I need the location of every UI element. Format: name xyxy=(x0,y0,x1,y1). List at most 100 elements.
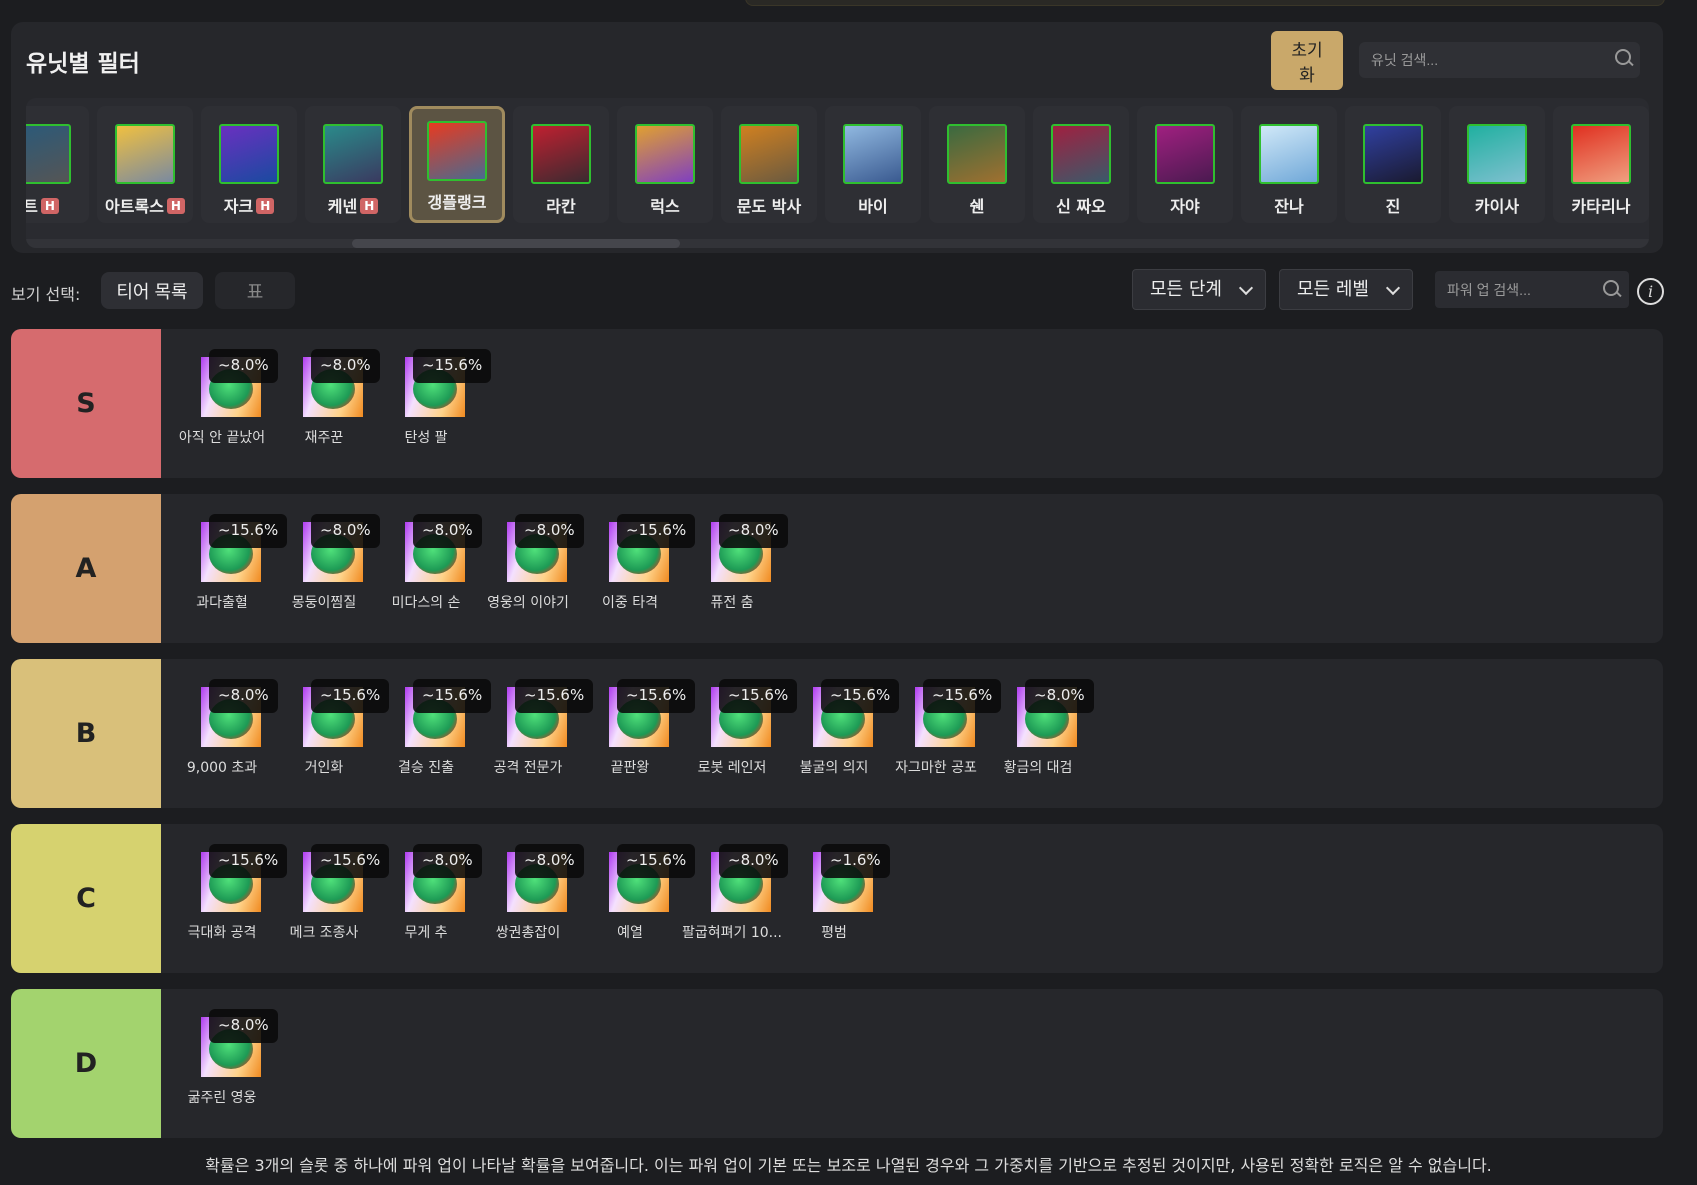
reset-button[interactable]: 초기 화 xyxy=(1271,31,1343,90)
unit-card[interactable]: 트H xyxy=(26,106,89,223)
unit-card[interactable]: 카이사 xyxy=(1449,106,1545,223)
probability-badge: ~8.0% xyxy=(311,514,380,548)
unit-name: 아트록스 xyxy=(105,197,164,216)
powerup-name: 극대화 공격 xyxy=(187,925,257,941)
probability-badge: ~8.0% xyxy=(719,844,788,878)
powerup-item[interactable]: ~8.0% 재주꾼 xyxy=(273,329,380,478)
powerup-item[interactable]: ~8.0% 굶주린 영웅 xyxy=(171,989,278,1138)
unit-portrait xyxy=(427,121,487,181)
probability-badge: ~8.0% xyxy=(515,844,584,878)
powerup-item[interactable]: ~8.0% 쌍권총잡이 xyxy=(477,824,584,973)
powerup-search-input[interactable] xyxy=(1435,271,1629,308)
unit-portrait xyxy=(26,124,71,184)
unit-name: 트 xyxy=(26,197,38,216)
powerup-name: 공격 전문가 xyxy=(493,760,563,776)
powerup-item[interactable]: ~15.6% 메크 조종사 xyxy=(273,824,390,973)
powerup-item[interactable]: ~8.0% 영웅의 이야기 xyxy=(477,494,584,643)
powerup-name: 영웅의 이야기 xyxy=(487,595,569,611)
powerup-item[interactable]: ~8.0% 무게 추 xyxy=(375,824,482,973)
unit-portrait xyxy=(739,124,799,184)
powerup-name: 불굴의 의지 xyxy=(799,760,869,776)
unit-portrait xyxy=(219,124,279,184)
hero-badge: H xyxy=(40,198,59,214)
unit-card[interactable]: 케넨 H xyxy=(305,106,401,223)
powerup-name: 황금의 대검 xyxy=(1003,760,1073,776)
unit-card[interactable]: 라칸 xyxy=(513,106,609,223)
search-icon[interactable] xyxy=(1615,49,1633,67)
powerup-item[interactable]: ~15.6% 탄성 팔 xyxy=(375,329,492,478)
powerup-name: 재주꾼 xyxy=(304,430,344,446)
tier-row-b: B ~8.0% 9,000 초과 ~15.6% 거인화 ~15.6% 결승 진출… xyxy=(11,659,1663,808)
powerup-item[interactable]: ~8.0% 황금의 대검 xyxy=(987,659,1094,808)
powerup-name: 과다출혈 xyxy=(196,595,248,611)
powerup-item[interactable]: ~8.0% 팔굽혀펴기 10... xyxy=(681,824,788,973)
unit-name: 라칸 xyxy=(546,197,576,216)
view-select-label: 보기 선택: xyxy=(11,285,81,304)
powerup-item[interactable]: ~8.0% 미다스의 손 xyxy=(375,494,482,643)
probability-badge: ~8.0% xyxy=(413,844,482,878)
powerup-item[interactable]: ~15.6% 거인화 xyxy=(273,659,390,808)
unit-portrait xyxy=(1363,124,1423,184)
unit-card[interactable]: 신 짜오 xyxy=(1033,106,1129,223)
unit-card[interactable]: 쉔 xyxy=(929,106,1025,223)
powerup-item[interactable]: ~15.6% 끝판왕 xyxy=(579,659,696,808)
unit-card[interactable]: 카타리나 xyxy=(1553,106,1649,223)
powerup-name: 로봇 레인저 xyxy=(697,760,767,776)
probability-badge: ~8.0% xyxy=(515,514,584,548)
powerup-name: 메크 조종사 xyxy=(289,925,359,941)
probability-badge: ~15.6% xyxy=(413,349,492,383)
powerup-item[interactable]: ~15.6% 이중 타격 xyxy=(579,494,696,643)
powerup-item[interactable]: ~15.6% 공격 전문가 xyxy=(477,659,594,808)
unit-card[interactable]: 갱플랭크 xyxy=(409,106,505,223)
powerup-item[interactable]: ~8.0% 9,000 초과 xyxy=(171,659,278,808)
powerup-name: 예열 xyxy=(617,925,643,941)
powerup-name: 탄성 팔 xyxy=(404,430,448,446)
powerup-name: 결승 진출 xyxy=(398,760,454,776)
unit-card[interactable]: 바이 xyxy=(825,106,921,223)
tab-table[interactable]: 표 xyxy=(215,272,295,309)
powerup-name: 9,000 초과 xyxy=(186,760,258,776)
tier-label: C xyxy=(11,824,161,973)
unit-card[interactable]: 문도 박사 xyxy=(721,106,817,223)
powerup-item[interactable]: ~15.6% 과다출혈 xyxy=(171,494,288,643)
powerup-name: 끝판왕 xyxy=(610,760,650,776)
tab-tier-list[interactable]: 티어 목록 xyxy=(101,272,203,309)
unit-name: 문도 박사 xyxy=(736,197,802,216)
powerup-item[interactable]: ~15.6% 로봇 레인저 xyxy=(681,659,798,808)
powerup-item[interactable]: ~15.6% 결승 진출 xyxy=(375,659,492,808)
unit-card[interactable]: 아트록스 H xyxy=(97,106,193,223)
powerup-name: 몽둥이찜질 xyxy=(291,595,357,611)
unit-name: 잔나 xyxy=(1274,197,1304,216)
powerup-name: 미다스의 손 xyxy=(391,595,461,611)
powerup-item[interactable]: ~15.6% 예열 xyxy=(579,824,696,973)
probability-badge: ~8.0% xyxy=(311,349,380,383)
unit-card[interactable]: 잔나 xyxy=(1241,106,1337,223)
unit-card[interactable]: 자크 H xyxy=(201,106,297,223)
tier-label: D xyxy=(11,989,161,1138)
level-select[interactable]: 모든 레벨 xyxy=(1279,269,1413,310)
unit-portrait xyxy=(115,124,175,184)
unit-portrait xyxy=(1259,124,1319,184)
unit-strip-scrollbar[interactable] xyxy=(26,239,1649,248)
powerup-item[interactable]: ~15.6% 자그마한 공포 xyxy=(885,659,1002,808)
footnote: 확률은 3개의 슬롯 중 하나에 파워 업이 나타날 확률을 보여줍니다. 이는… xyxy=(205,1156,1492,1175)
scrollbar-thumb[interactable] xyxy=(352,239,680,248)
unit-card[interactable]: 럭스 xyxy=(617,106,713,223)
info-icon[interactable]: i xyxy=(1637,278,1664,305)
powerup-item[interactable]: ~15.6% 불굴의 의지 xyxy=(783,659,900,808)
powerup-item[interactable]: ~8.0% 퓨전 춤 xyxy=(681,494,788,643)
powerup-item[interactable]: ~1.6% 평범 xyxy=(783,824,890,973)
powerup-name: 이중 타격 xyxy=(602,595,658,611)
panel-title: 유닛별 필터 xyxy=(26,51,140,77)
powerup-item[interactable]: ~8.0% 몽둥이찜질 xyxy=(273,494,380,643)
hero-badge: H xyxy=(360,198,379,214)
powerup-item[interactable]: ~15.6% 극대화 공격 xyxy=(171,824,288,973)
unit-portrait xyxy=(531,124,591,184)
unit-search-input[interactable] xyxy=(1359,42,1640,78)
unit-card[interactable]: 자야 xyxy=(1137,106,1233,223)
stage-select[interactable]: 모든 단계 xyxy=(1132,269,1266,310)
top-bar xyxy=(745,0,1665,6)
powerup-item[interactable]: ~8.0% 아직 안 끝났어 xyxy=(171,329,278,478)
unit-card[interactable]: 진 xyxy=(1345,106,1441,223)
search-icon[interactable] xyxy=(1603,280,1621,298)
